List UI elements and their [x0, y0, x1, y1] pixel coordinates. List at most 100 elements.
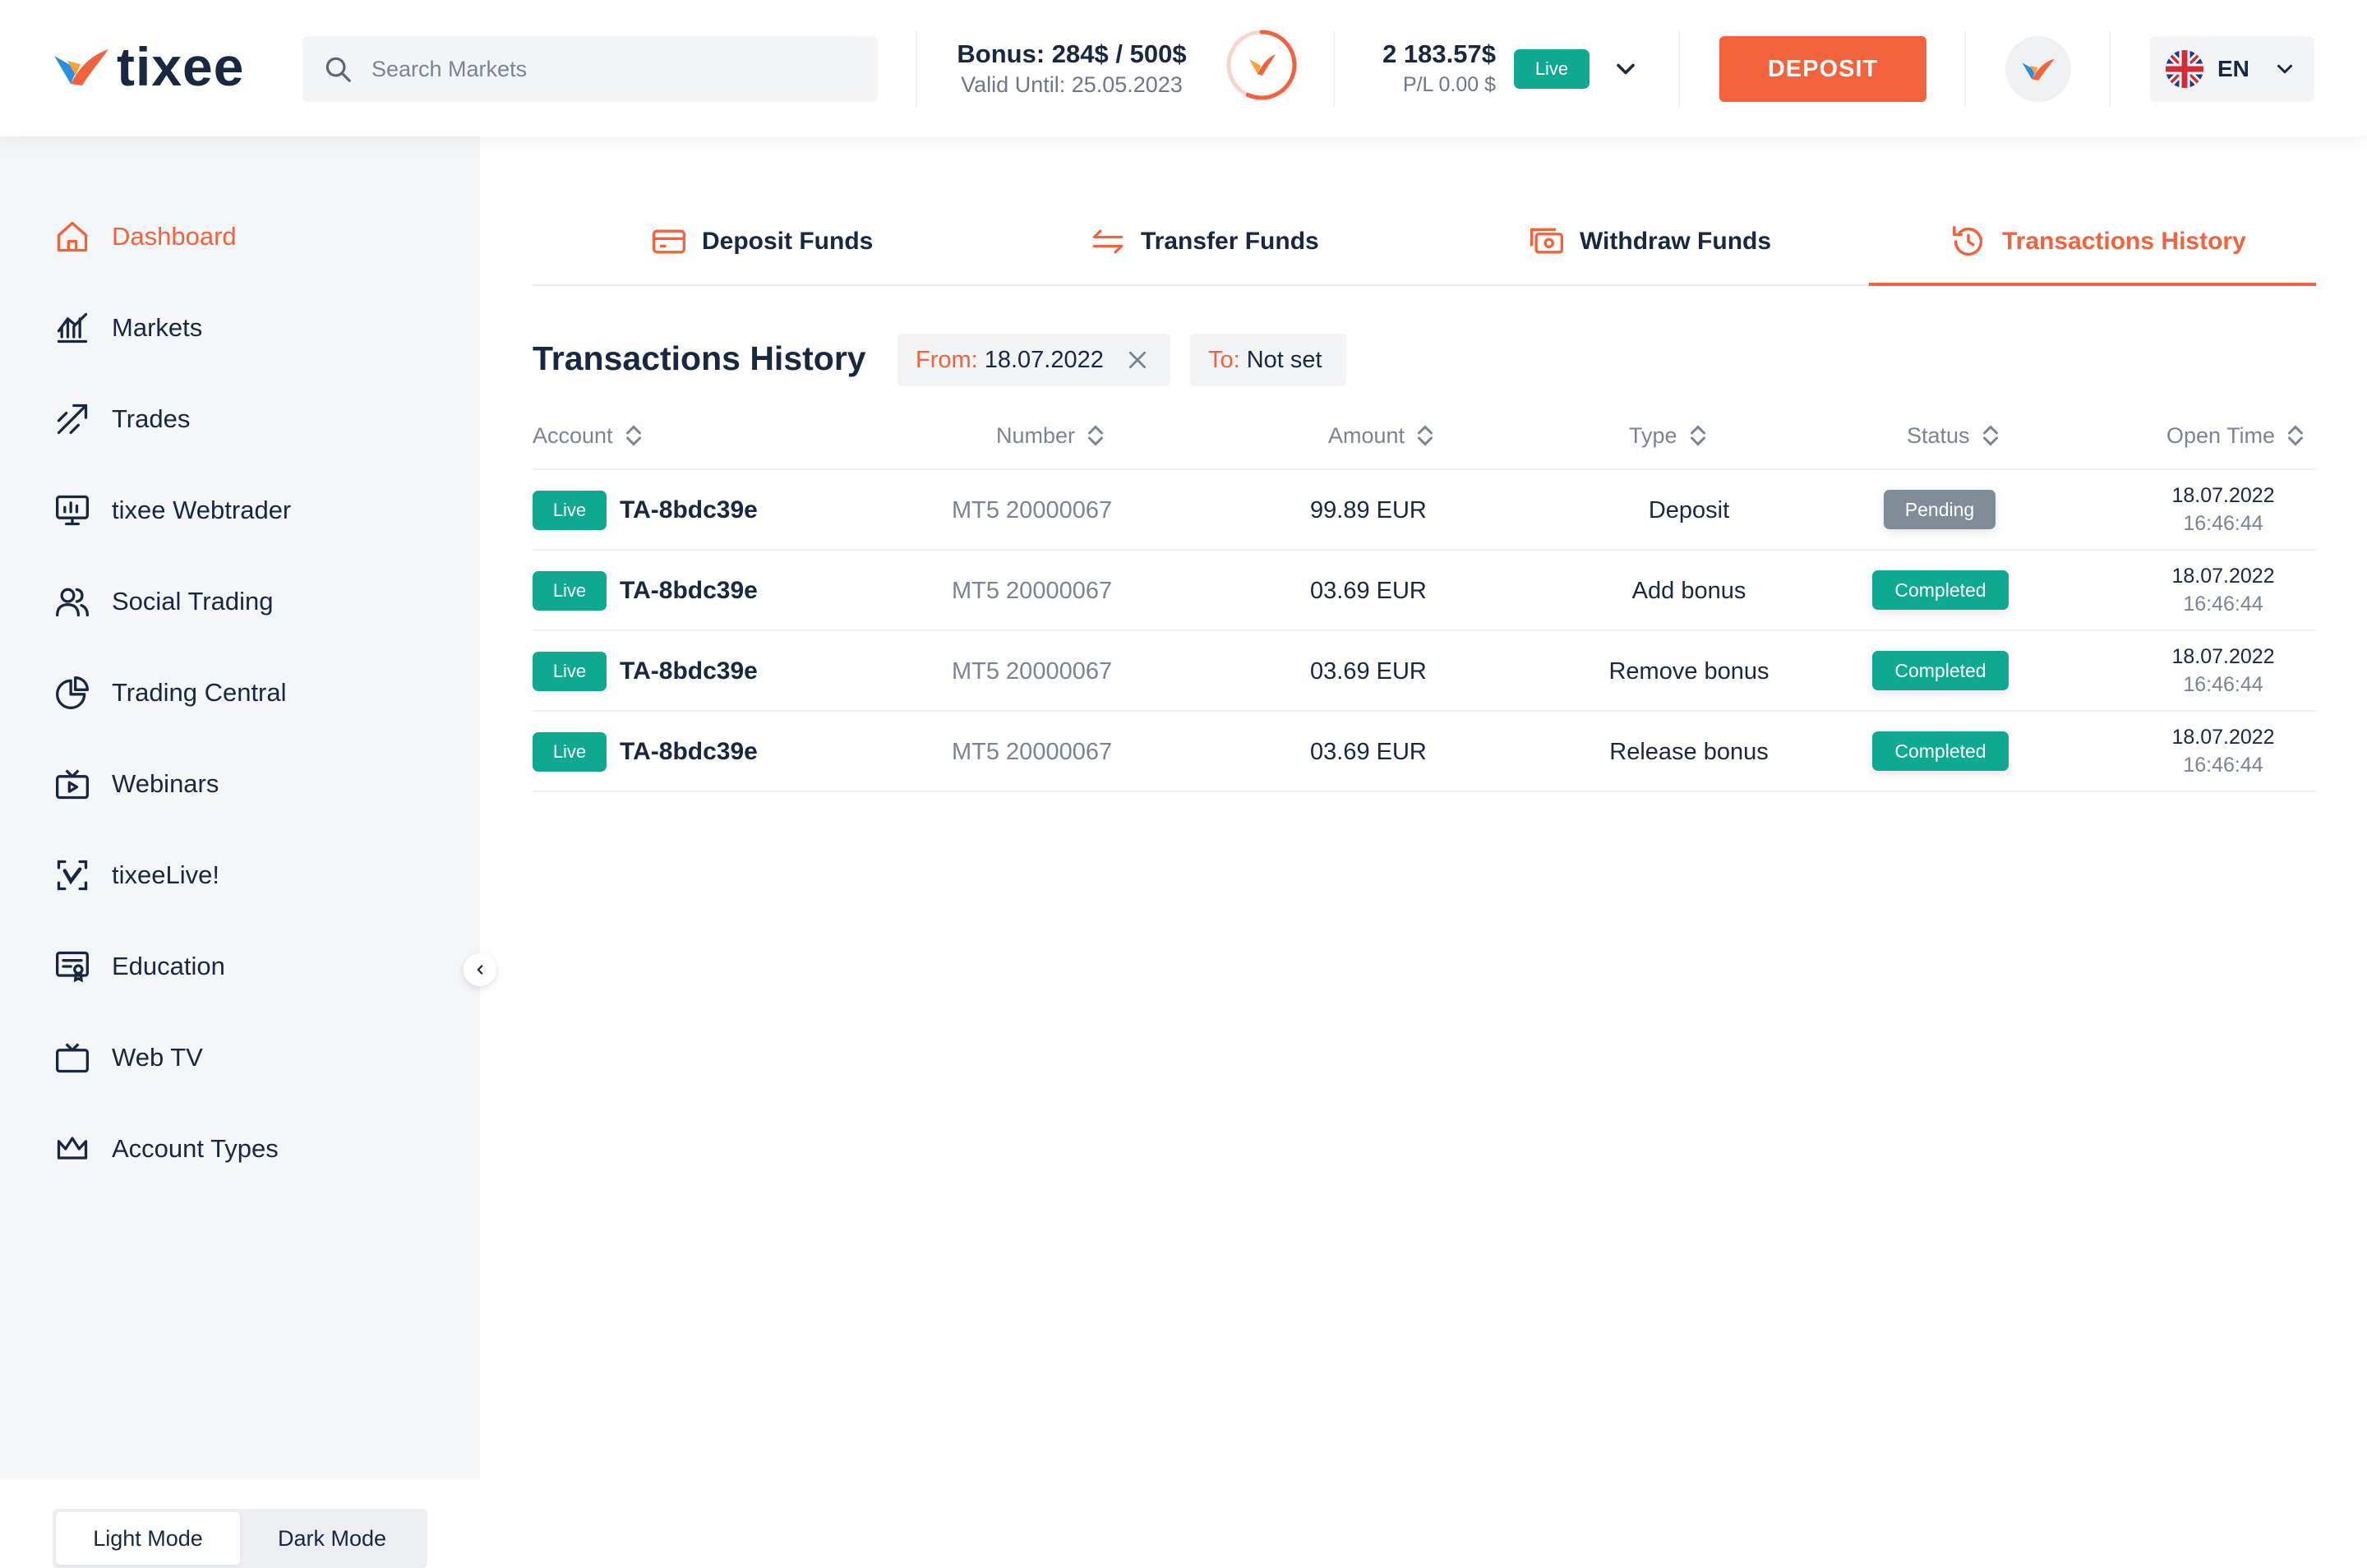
amount-cell: 03.69 EUR [1310, 657, 1427, 685]
tixee-avatar-icon [2022, 58, 2055, 81]
sidebar-item-label: Education [112, 952, 225, 980]
column-header-open-time[interactable]: Open Time [2166, 419, 2306, 452]
type-cell: Remove bonus [1608, 657, 1769, 685]
date-from-filter[interactable]: From: 18.07.2022 [897, 334, 1170, 386]
date-to-filter[interactable]: To: Not set [1190, 334, 1346, 386]
sort-icon [1982, 425, 1998, 446]
sidebar-item-trading-central[interactable]: Trading Central [53, 668, 287, 717]
status-badge: Pending [1884, 490, 1996, 529]
home-icon [53, 217, 92, 256]
account-cell: Live TA-8bdc39e [533, 551, 758, 631]
search-box[interactable] [302, 36, 878, 102]
account-id: TA-8bdc39e [620, 496, 758, 523]
sidebar-item-label: Web TV [112, 1043, 203, 1072]
sidebar-item-dashboard[interactable]: Dashboard [53, 212, 237, 261]
sidebar-item-label: Trades [112, 404, 191, 433]
bonus-progress-ring[interactable] [1223, 26, 1300, 104]
live-scan-icon [53, 855, 92, 895]
amount-cell: 99.89 EUR [1310, 496, 1427, 523]
transfer-icon [1092, 229, 1124, 254]
sidebar-item-tixee-live[interactable]: tixeeLive! [53, 851, 219, 900]
to-label: To: [1208, 346, 1240, 373]
account-id: TA-8bdc39e [620, 657, 758, 685]
column-header-number[interactable]: Number [996, 419, 1106, 452]
dark-mode-button[interactable]: Dark Mode [240, 1512, 424, 1565]
table-row[interactable]: Live TA-8bdc39e MT5 20000067 03.69 EUR R… [533, 631, 2316, 712]
tixee-logo-mark-icon [54, 49, 108, 85]
search-input[interactable] [371, 56, 848, 82]
sidebar-item-social-trading[interactable]: Social Trading [53, 577, 273, 626]
header-divider [1964, 31, 1966, 107]
from-value: 18.07.2022 [984, 346, 1104, 373]
open-date: 18.07.2022 [2171, 565, 2275, 588]
status-badge: Completed [1872, 570, 2009, 610]
search-icon [325, 57, 351, 82]
account-balance: 2 183.57$ P/L 0.00 $ [1348, 38, 1496, 99]
column-header-account[interactable]: Account [533, 419, 644, 452]
table-row[interactable]: Live TA-8bdc39e MT5 20000067 03.69 EUR A… [533, 551, 2316, 631]
number-cell: MT5 20000067 [952, 577, 1113, 604]
deposit-button[interactable]: DEPOSIT [1719, 36, 1926, 102]
page-title: Transactions History [533, 339, 866, 377]
header-divider [916, 31, 917, 107]
sort-icon [1690, 425, 1705, 446]
column-label: Open Time [2166, 422, 2276, 448]
open-time-cell: 18.07.2022 16:46:44 [2153, 643, 2293, 699]
column-header-amount[interactable]: Amount [1328, 419, 1436, 452]
trades-arrows-icon [53, 399, 92, 439]
sidebar-item-education[interactable]: Education [53, 942, 225, 991]
sort-icon [625, 425, 641, 446]
monitor-chart-icon [53, 491, 92, 530]
sidebar-item-markets[interactable]: Markets [53, 303, 202, 353]
sidebar-item-webinars[interactable]: Webinars [53, 759, 219, 809]
users-icon [53, 582, 92, 621]
balance-amount: 2 183.57$ [1382, 39, 1496, 68]
tab-deposit-funds[interactable]: Deposit Funds [651, 219, 873, 265]
amount-cell: 03.69 EUR [1310, 738, 1427, 765]
column-header-status[interactable]: Status [1907, 419, 2001, 452]
chevron-down-icon[interactable] [1611, 54, 1640, 84]
tab-withdraw-funds[interactable]: Withdraw Funds [1529, 219, 1771, 265]
bonus-amount: Bonus: 284$ / 500$ [957, 39, 1187, 68]
open-clock: 16:46:44 [2183, 673, 2263, 696]
sidebar-item-label: Social Trading [112, 587, 274, 616]
sort-icon [1088, 425, 1104, 446]
tab-label: Withdraw Funds [1580, 228, 1772, 255]
sidebar-item-label: tixee Webtrader [112, 496, 292, 524]
card-icon [653, 229, 685, 254]
open-time-cell: 18.07.2022 16:46:44 [2153, 482, 2293, 537]
sidebar-item-trades[interactable]: Trades [53, 394, 190, 444]
top-header: tixee Bonus: 284$ / 500$ Valid Until: 25… [0, 0, 2367, 136]
light-mode-button[interactable]: Light Mode [56, 1512, 240, 1565]
sidebar-item-web-tv[interactable]: Web TV [53, 1033, 203, 1082]
sidebar-item-webtrader[interactable]: tixee Webtrader [53, 486, 291, 535]
sidebar-item-label: Trading Central [112, 678, 287, 707]
sidebar-item-account-types[interactable]: Account Types [53, 1124, 279, 1174]
table-row[interactable]: Live TA-8bdc39e MT5 20000067 99.89 EUR D… [533, 470, 2316, 551]
account-mode-badge[interactable]: Live [1514, 49, 1590, 89]
status-badge: Completed [1872, 731, 2009, 771]
language-selector[interactable]: EN [2150, 36, 2314, 102]
open-date: 18.07.2022 [2171, 484, 2275, 507]
user-avatar[interactable] [2005, 36, 2071, 102]
logo-wordmark: tixee [117, 36, 245, 97]
column-header-type[interactable]: Type [1629, 419, 1709, 452]
column-label: Number [996, 422, 1076, 448]
sidebar-collapse-button[interactable] [464, 953, 496, 986]
chevron-left-icon [477, 965, 483, 975]
close-icon[interactable] [1125, 348, 1150, 372]
table-row[interactable]: Live TA-8bdc39e MT5 20000067 03.69 EUR R… [533, 712, 2316, 792]
uk-flag-icon [2166, 50, 2203, 88]
tab-transfer-funds[interactable]: Transfer Funds [1090, 219, 1319, 265]
column-label: Status [1907, 422, 1970, 448]
tab-transactions-history[interactable]: Transactions History [1949, 219, 2246, 265]
tab-label: Deposit Funds [702, 228, 874, 255]
chevron-down-icon [2277, 64, 2292, 74]
open-time-cell: 18.07.2022 16:46:44 [2153, 562, 2293, 618]
number-cell: MT5 20000067 [952, 496, 1113, 523]
type-cell: Release bonus [1609, 738, 1769, 765]
type-cell: Add bonus [1631, 577, 1746, 604]
bonus-valid-until: Valid Until: 25.05.2023 [961, 72, 1183, 97]
open-time-cell: 18.07.2022 16:46:44 [2153, 723, 2293, 779]
tixee-logo[interactable]: tixee [51, 38, 244, 95]
